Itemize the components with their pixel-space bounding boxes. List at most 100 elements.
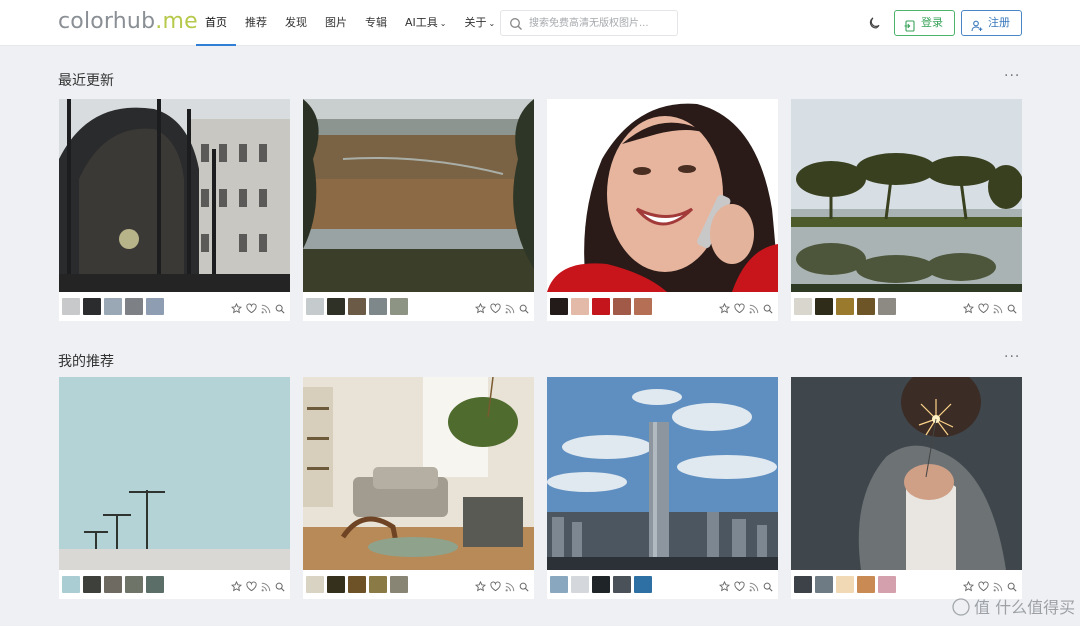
rss-icon[interactable] (749, 299, 759, 318)
heart-icon[interactable] (490, 577, 501, 596)
star-icon[interactable] (474, 299, 487, 318)
color-swatch[interactable] (125, 298, 143, 315)
site-logo[interactable]: colorhub.me (58, 9, 198, 34)
color-swatch[interactable] (369, 298, 387, 315)
color-swatch[interactable] (306, 576, 324, 593)
star-icon[interactable] (474, 577, 487, 596)
arch-building-photo[interactable] (59, 99, 290, 292)
color-swatch[interactable] (634, 576, 652, 593)
skyscraper-photo[interactable] (547, 377, 778, 570)
more-options-icon[interactable]: ··· (1004, 68, 1020, 84)
star-icon[interactable] (718, 577, 731, 596)
streetlights-photo[interactable] (59, 377, 290, 570)
more-options-icon[interactable]: ··· (1004, 349, 1020, 365)
rss-icon[interactable] (993, 299, 1003, 318)
heart-icon[interactable] (246, 577, 257, 596)
photo-card[interactable] (59, 377, 290, 599)
marsh-landscape-photo[interactable] (303, 99, 534, 292)
color-swatch[interactable] (146, 576, 164, 593)
rss-icon[interactable] (749, 577, 759, 596)
register-button[interactable]: 注册 (961, 10, 1022, 36)
zoom-icon[interactable] (763, 577, 773, 596)
rss-icon[interactable] (505, 577, 515, 596)
color-swatch[interactable] (550, 576, 568, 593)
color-swatch[interactable] (369, 576, 387, 593)
heart-icon[interactable] (734, 299, 745, 318)
nav-discover[interactable]: 发现 (276, 0, 316, 46)
nav-albums[interactable]: 专辑 (356, 0, 396, 46)
color-swatch[interactable] (104, 298, 122, 315)
photo-card[interactable] (59, 99, 290, 321)
nav-recommend[interactable]: 推荐 (236, 0, 276, 46)
color-swatch[interactable] (857, 576, 875, 593)
heart-icon[interactable] (246, 299, 257, 318)
color-swatch[interactable] (815, 576, 833, 593)
zoom-icon[interactable] (519, 577, 529, 596)
color-swatch[interactable] (857, 298, 875, 315)
login-button[interactable]: 登录 (894, 10, 955, 36)
color-swatch[interactable] (306, 298, 324, 315)
color-swatch[interactable] (613, 576, 631, 593)
color-swatch[interactable] (146, 298, 164, 315)
star-icon[interactable] (718, 299, 731, 318)
photo-card[interactable] (303, 99, 534, 321)
color-palette (306, 576, 411, 593)
color-swatch[interactable] (794, 298, 812, 315)
color-swatch[interactable] (613, 298, 631, 315)
color-swatch[interactable] (327, 298, 345, 315)
rss-icon[interactable] (261, 577, 271, 596)
color-swatch[interactable] (83, 298, 101, 315)
rss-icon[interactable] (505, 299, 515, 318)
heart-icon[interactable] (490, 299, 501, 318)
photo-card[interactable] (303, 377, 534, 599)
trees-lake-photo[interactable] (791, 99, 1022, 292)
color-swatch[interactable] (62, 298, 80, 315)
nav-home[interactable]: 首页 (196, 0, 236, 46)
rss-icon[interactable] (261, 299, 271, 318)
star-icon[interactable] (962, 299, 975, 318)
heart-icon[interactable] (734, 577, 745, 596)
nav-ai-tools[interactable]: AI工具 ⌄ (396, 0, 455, 46)
sparkler-photo[interactable] (791, 377, 1022, 570)
color-swatch[interactable] (571, 576, 589, 593)
photo-card[interactable] (547, 377, 778, 599)
photo-card[interactable] (791, 377, 1022, 599)
color-swatch[interactable] (571, 298, 589, 315)
heart-icon[interactable] (978, 299, 989, 318)
dark-mode-toggle-icon[interactable] (867, 15, 881, 34)
color-swatch[interactable] (327, 576, 345, 593)
zoom-icon[interactable] (763, 299, 773, 318)
color-swatch[interactable] (348, 576, 366, 593)
color-swatch[interactable] (62, 576, 80, 593)
color-swatch[interactable] (390, 576, 408, 593)
star-icon[interactable] (230, 577, 243, 596)
color-swatch[interactable] (634, 298, 652, 315)
color-swatch[interactable] (83, 576, 101, 593)
search-box[interactable] (500, 10, 678, 36)
color-swatch[interactable] (348, 298, 366, 315)
living-room-photo[interactable] (303, 377, 534, 570)
color-swatch[interactable] (878, 298, 896, 315)
photo-card[interactable] (547, 99, 778, 321)
zoom-icon[interactable] (275, 577, 285, 596)
color-swatch[interactable] (836, 576, 854, 593)
color-swatch[interactable] (878, 576, 896, 593)
color-swatch[interactable] (794, 576, 812, 593)
color-swatch[interactable] (390, 298, 408, 315)
color-swatch[interactable] (592, 298, 610, 315)
color-swatch[interactable] (836, 298, 854, 315)
color-swatch[interactable] (815, 298, 833, 315)
color-swatch[interactable] (550, 298, 568, 315)
photo-card[interactable] (791, 99, 1022, 321)
zoom-icon[interactable] (1007, 299, 1017, 318)
nav-images[interactable]: 图片 (316, 0, 356, 46)
search-input[interactable] (529, 15, 674, 31)
color-swatch[interactable] (592, 576, 610, 593)
zoom-icon[interactable] (275, 299, 285, 318)
color-swatch[interactable] (104, 576, 122, 593)
woman-phone-photo[interactable] (547, 99, 778, 292)
star-icon[interactable] (230, 299, 243, 318)
zoom-icon[interactable] (519, 299, 529, 318)
nav-about[interactable]: 关于 ⌄ (455, 0, 504, 46)
color-swatch[interactable] (125, 576, 143, 593)
